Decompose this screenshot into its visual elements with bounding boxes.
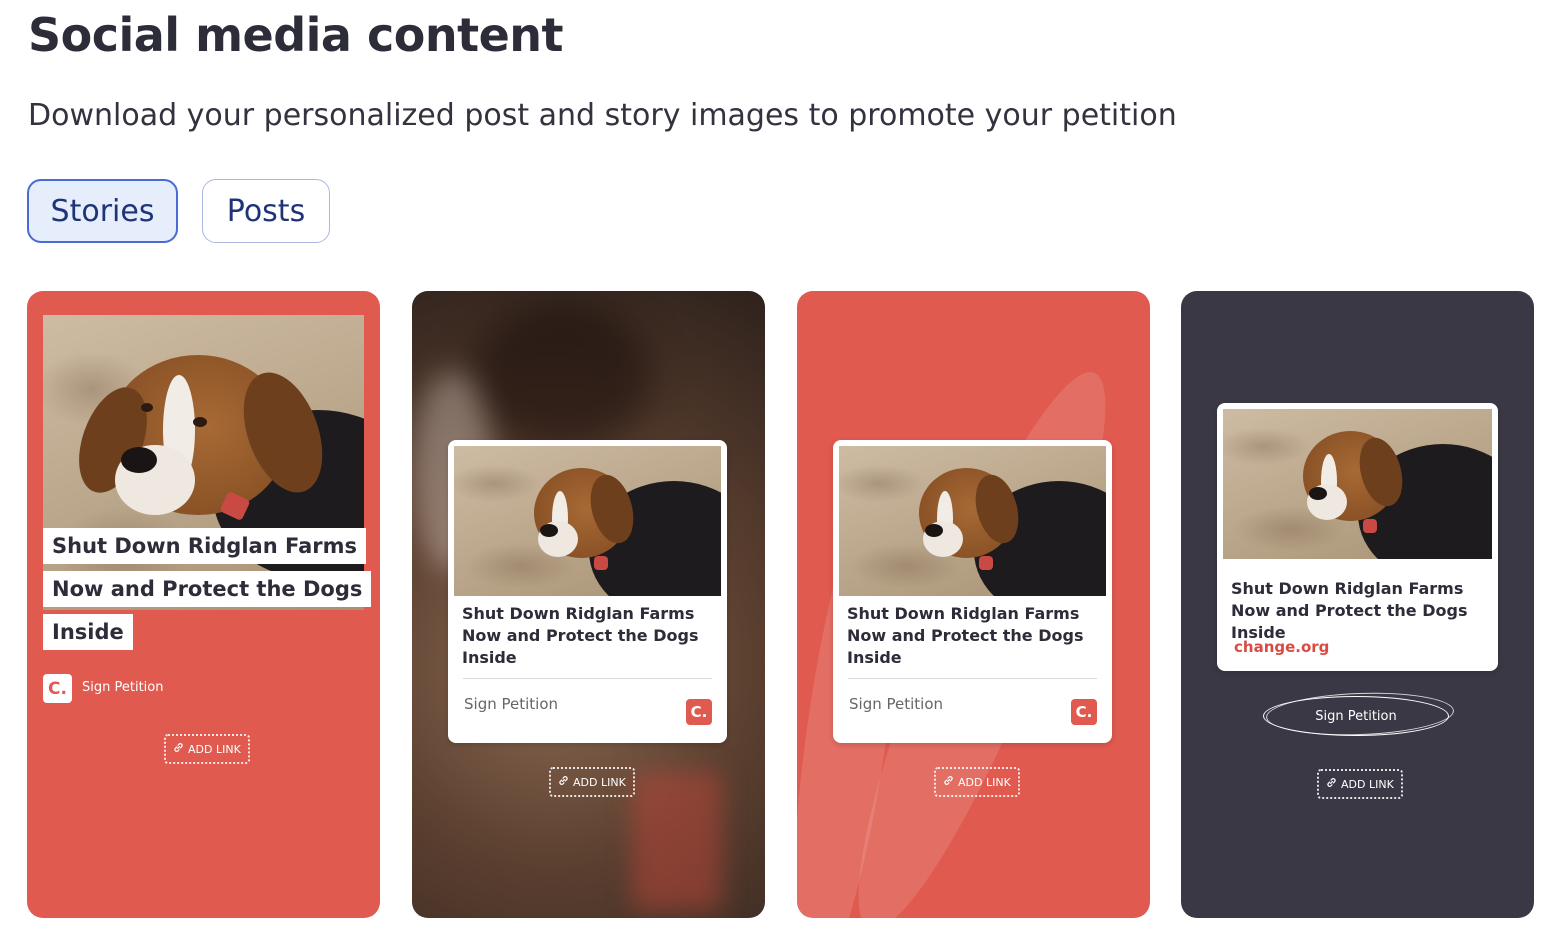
add-link-label: ADD LINK xyxy=(958,775,1011,789)
blurred-eye xyxy=(472,301,652,451)
link-icon xyxy=(943,775,954,789)
card-divider xyxy=(463,678,712,679)
link-icon xyxy=(558,775,569,789)
add-link-button[interactable]: ADD LINK xyxy=(1317,769,1403,799)
add-link-label: ADD LINK xyxy=(1341,777,1394,791)
sign-petition-label: Sign Petition xyxy=(1315,708,1397,724)
story-card-4[interactable]: Shut Down Ridglan Farms Now and Protect … xyxy=(1181,291,1534,918)
headline-line-2: Now and Protect the Dogs xyxy=(43,571,372,607)
change-logo-icon: C. xyxy=(43,674,72,703)
add-link-label: ADD LINK xyxy=(188,742,241,756)
domain-label: change.org xyxy=(1234,638,1330,656)
headline-line-1: Shut Down Ridglan Farms xyxy=(43,528,366,564)
story-card-3[interactable]: Shut Down Ridglan Farms Now and Protect … xyxy=(797,291,1150,918)
blurred-collar xyxy=(632,771,722,911)
sign-petition-label: Sign Petition xyxy=(849,695,944,713)
story-card-2[interactable]: Shut Down Ridglan Farms Now and Protect … xyxy=(412,291,765,918)
dog-photo xyxy=(43,315,364,610)
headline-line-3: Inside xyxy=(43,614,133,650)
link-icon xyxy=(1326,777,1337,791)
dog-photo xyxy=(839,446,1106,596)
card-title: Shut Down Ridglan Farms Now and Protect … xyxy=(847,604,1084,667)
card-divider xyxy=(848,678,1097,679)
dog-photo xyxy=(454,446,721,596)
add-link-button[interactable]: ADD LINK xyxy=(164,734,250,764)
page-subtitle: Download your personalized post and stor… xyxy=(28,98,1177,133)
add-link-label: ADD LINK xyxy=(573,775,626,789)
story-card-1[interactable]: Shut Down Ridglan Farms Now and Protect … xyxy=(27,291,380,918)
sign-petition-label: Sign Petition xyxy=(82,680,164,695)
add-link-button[interactable]: ADD LINK xyxy=(549,767,635,797)
tab-bar: Stories Posts xyxy=(27,179,330,243)
card-title: Shut Down Ridglan Farms Now and Protect … xyxy=(1231,579,1468,642)
add-link-button[interactable]: ADD LINK xyxy=(934,767,1020,797)
petition-card: Shut Down Ridglan Farms Now and Protect … xyxy=(833,440,1112,743)
change-logo-icon: C. xyxy=(1071,699,1097,725)
dog-photo xyxy=(1223,409,1492,559)
sign-petition-label: Sign Petition xyxy=(464,695,559,713)
tab-stories[interactable]: Stories xyxy=(27,179,178,243)
petition-card: Shut Down Ridglan Farms Now and Protect … xyxy=(448,440,727,743)
link-icon xyxy=(173,742,184,756)
change-logo-icon: C. xyxy=(686,699,712,725)
petition-card: Shut Down Ridglan Farms Now and Protect … xyxy=(1217,403,1498,671)
sign-petition-button: Sign Petition xyxy=(1263,696,1449,736)
page-title: Social media content xyxy=(28,8,564,62)
tab-posts[interactable]: Posts xyxy=(202,179,330,243)
card-title: Shut Down Ridglan Farms Now and Protect … xyxy=(462,604,699,667)
